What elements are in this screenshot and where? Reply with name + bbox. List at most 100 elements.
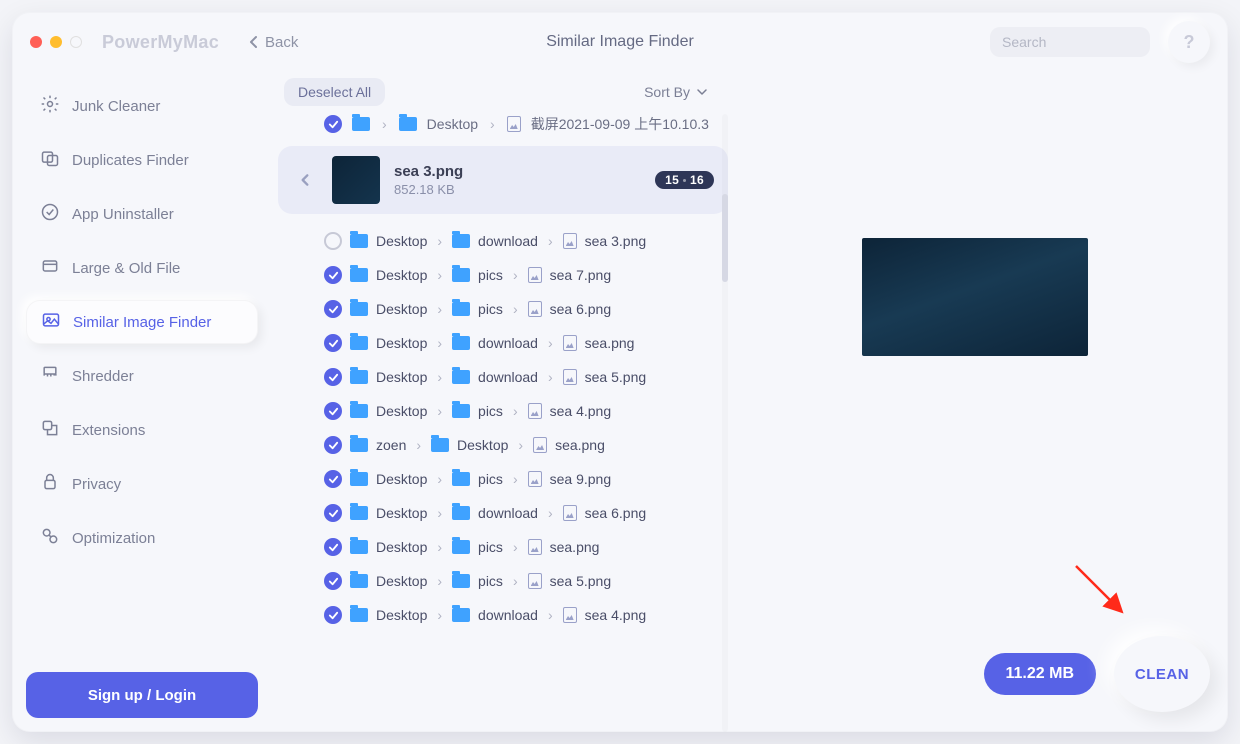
folder-icon (350, 574, 368, 588)
back-button[interactable]: Back (249, 34, 298, 51)
list-item[interactable]: Desktop›pics›sea.png (278, 530, 728, 564)
close-window-button[interactable] (30, 36, 42, 48)
folder-icon (352, 117, 370, 131)
sidebar-item-label: Shredder (72, 368, 134, 385)
help-button[interactable]: ? (1168, 21, 1210, 63)
list-item[interactable]: Desktop›pics›sea 6.png (278, 292, 728, 326)
zoom-window-button[interactable] (70, 36, 82, 48)
list-body: › Desktop › 截屏2021-09-09 上午10.10.3 (278, 114, 728, 732)
folder-icon (350, 234, 368, 248)
list-item[interactable]: zoen›Desktop›sea.png (278, 428, 728, 462)
sort-by-label: Sort By (644, 84, 690, 100)
search-input[interactable] (1002, 34, 1183, 50)
folder-icon (452, 268, 470, 282)
sidebar-item-label: Junk Cleaner (72, 98, 160, 115)
path-segment: Desktop (376, 301, 427, 317)
collapse-toggle[interactable] (292, 173, 318, 187)
page-title: Similar Image Finder (546, 33, 694, 51)
image-file-icon (563, 607, 577, 623)
checkbox-empty-icon[interactable] (324, 232, 342, 250)
checkbox-checked-icon[interactable] (324, 115, 342, 133)
checkbox-checked-icon[interactable] (324, 334, 342, 352)
path-segment: Desktop (376, 335, 427, 351)
search-box[interactable] (990, 27, 1150, 57)
list-item[interactable]: Desktop›download›sea.png (278, 326, 728, 360)
sidebar-item-optimization[interactable]: Optimization (26, 516, 258, 560)
folder-icon (452, 404, 470, 418)
checkbox-checked-icon[interactable] (324, 368, 342, 386)
path-segment: Desktop (427, 116, 478, 132)
sort-by-button[interactable]: Sort By (644, 84, 708, 100)
sidebar-item-similar-image-finder[interactable]: Similar Image Finder (26, 300, 258, 344)
checkbox-checked-icon[interactable] (324, 504, 342, 522)
file-name: sea 4.png (550, 403, 612, 419)
image-file-icon (528, 471, 542, 487)
login-button[interactable]: Sign up / Login (26, 672, 258, 718)
folder-icon (350, 370, 368, 384)
folder-icon (350, 404, 368, 418)
sidebar-item-privacy[interactable]: Privacy (26, 462, 258, 506)
checkbox-checked-icon[interactable] (324, 572, 342, 590)
chevron-left-icon (249, 35, 259, 49)
brand-label: PowerMyMac (102, 32, 219, 53)
path-segment: download (478, 335, 538, 351)
checkbox-checked-icon[interactable] (324, 266, 342, 284)
list-item[interactable]: Desktop›download›sea 4.png (278, 598, 728, 632)
minimize-window-button[interactable] (50, 36, 62, 48)
path-segment: download (478, 607, 538, 623)
folder-icon (350, 472, 368, 486)
checkbox-checked-icon[interactable] (324, 606, 342, 624)
list-item[interactable]: Desktop›download›sea 3.png (278, 224, 728, 258)
shredder-icon (40, 364, 60, 388)
file-name: sea 6.png (585, 505, 647, 521)
path-segment: download (478, 369, 538, 385)
clean-button[interactable]: CLEAN (1114, 636, 1210, 712)
list-item[interactable]: Desktop›pics›sea 4.png (278, 394, 728, 428)
optimization-icon (40, 526, 60, 550)
path-segment: pics (478, 539, 503, 555)
group-size: 852.18 KB (394, 182, 463, 197)
selected-count: 15 (665, 173, 679, 187)
list-item[interactable]: Desktop›download›sea 5.png (278, 360, 728, 394)
checkbox-checked-icon[interactable] (324, 402, 342, 420)
file-name: sea.png (550, 539, 600, 555)
path-segment: Desktop (376, 505, 427, 521)
path-segment: Desktop (457, 437, 508, 453)
folder-icon (452, 608, 470, 622)
file-name: sea 7.png (550, 267, 612, 283)
image-file-icon (563, 369, 577, 385)
list-item-partial[interactable]: › Desktop › 截屏2021-09-09 上午10.10.3 (278, 114, 728, 140)
sidebar-item-app-uninstaller[interactable]: App Uninstaller (26, 192, 258, 236)
folder-icon (452, 472, 470, 486)
checkbox-checked-icon[interactable] (324, 300, 342, 318)
sidebar-item-label: Similar Image Finder (73, 314, 211, 331)
sidebar-item-extensions[interactable]: Extensions (26, 408, 258, 452)
deselect-all-button[interactable]: Deselect All (284, 78, 385, 106)
list-item[interactable]: Desktop›pics›sea 9.png (278, 462, 728, 496)
uninstall-icon (40, 202, 60, 226)
checkbox-checked-icon[interactable] (324, 470, 342, 488)
scrollbar-thumb[interactable] (722, 194, 728, 282)
total-count: 16 (690, 173, 704, 187)
group-header[interactable]: sea 3.png 852.18 KB 15 16 (278, 146, 728, 214)
path-segment: pics (478, 301, 503, 317)
image-file-icon (563, 233, 577, 249)
sidebar-item-shredder[interactable]: Shredder (26, 354, 258, 398)
list-item[interactable]: Desktop›pics›sea 5.png (278, 564, 728, 598)
checkbox-checked-icon[interactable] (324, 436, 342, 454)
extensions-icon (40, 418, 60, 442)
checkbox-checked-icon[interactable] (324, 538, 342, 556)
back-label: Back (265, 34, 298, 51)
header-bar: PowerMyMac Back Similar Image Finder ? (12, 12, 1228, 72)
list-item[interactable]: Desktop›download›sea 6.png (278, 496, 728, 530)
folder-icon (350, 540, 368, 554)
folder-icon (350, 302, 368, 316)
image-file-icon (563, 335, 577, 351)
sidebar-item-duplicates-finder[interactable]: Duplicates Finder (26, 138, 258, 182)
file-name: sea 3.png (585, 233, 647, 249)
image-finder-icon (41, 310, 61, 334)
sidebar-item-junk-cleaner[interactable]: Junk Cleaner (26, 84, 258, 128)
sidebar-item-large-old-file[interactable]: Large & Old File (26, 246, 258, 290)
list-item[interactable]: Desktop›pics›sea 7.png (278, 258, 728, 292)
folder-icon (452, 574, 470, 588)
